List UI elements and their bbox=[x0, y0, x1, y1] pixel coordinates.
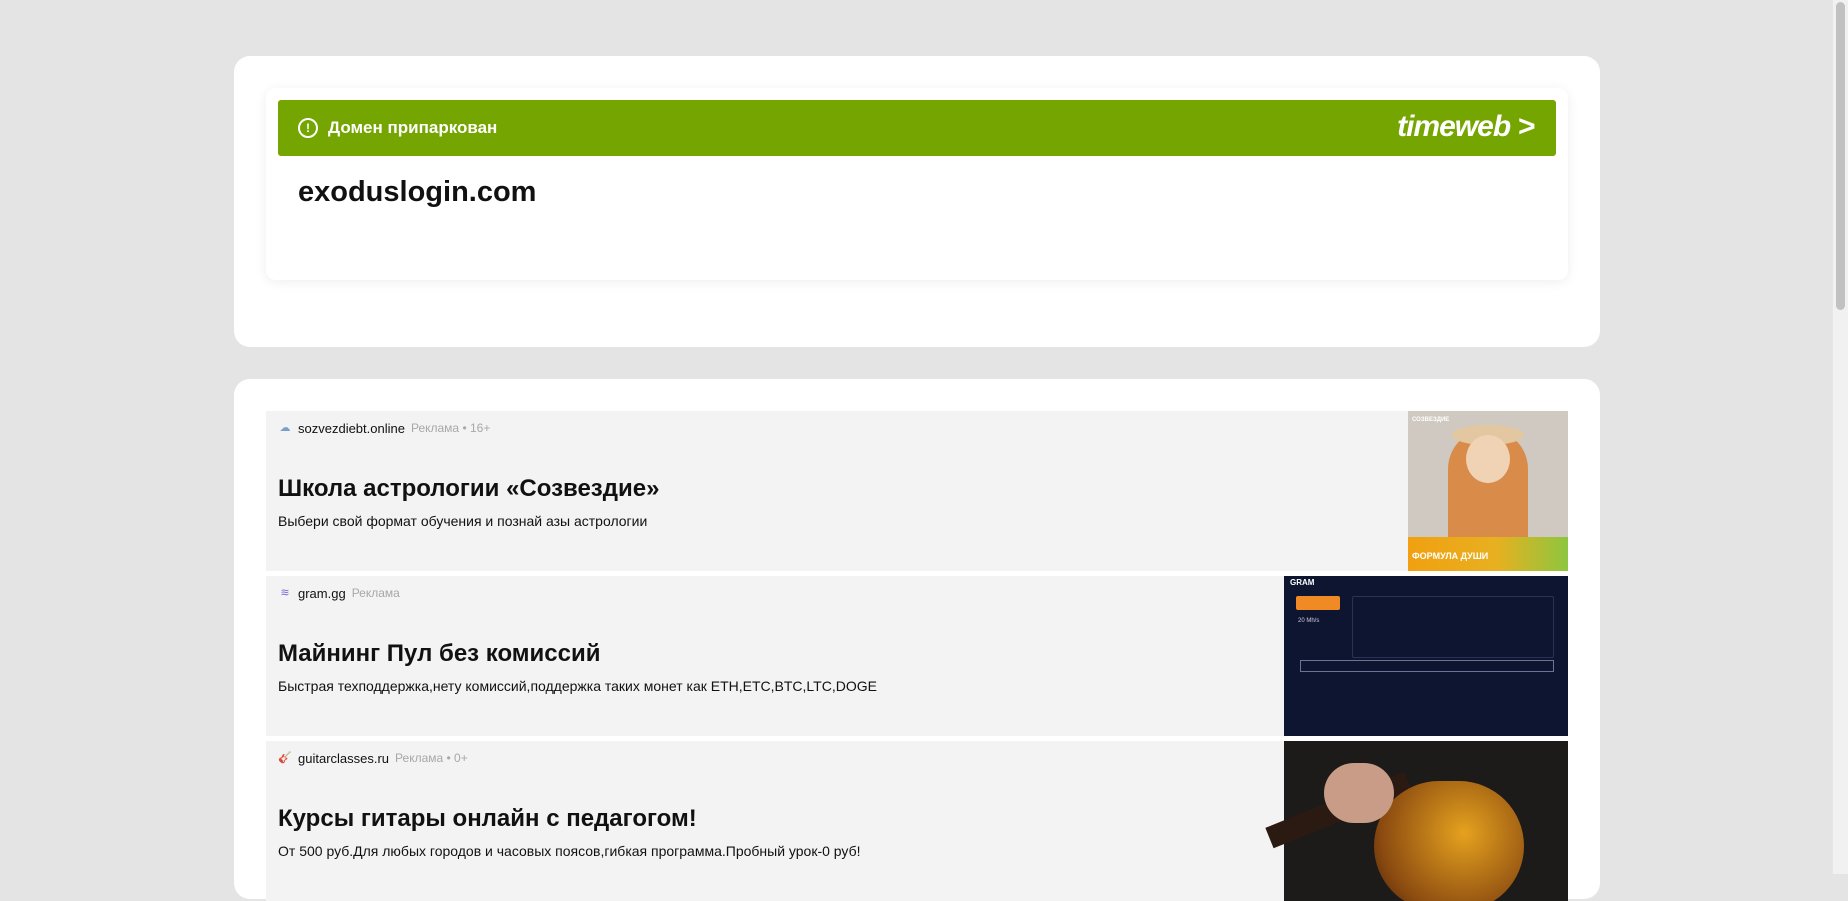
ad-image[interactable] bbox=[1265, 741, 1568, 901]
ad-sponsored-label: Реклама bbox=[351, 586, 400, 600]
ad-image-band: ФОРМУЛА ДУШИ bbox=[1408, 537, 1568, 571]
domain-name: exoduslogin.com bbox=[298, 176, 537, 208]
ad-image-caption: ФОРМУЛА ДУШИ bbox=[1412, 551, 1489, 561]
dashboard-panel bbox=[1352, 596, 1554, 658]
scrollbar-thumb[interactable] bbox=[1836, 2, 1845, 310]
exclamation-circle-icon: ! bbox=[298, 118, 318, 138]
ad-block[interactable]: ☁ sozvezdiebt.online Реклама • 16+ ⋮ Шко… bbox=[266, 411, 1568, 571]
ad-sponsored-label: Реклама • 16+ bbox=[410, 421, 491, 435]
ad-meta: 🎸 guitarclasses.ru Реклама • 0+ bbox=[278, 749, 468, 767]
dashboard-row bbox=[1300, 660, 1554, 672]
timeweb-logo[interactable]: timeweb > bbox=[1397, 110, 1535, 144]
ad-description: Выбери свой формат обучения и познай азы… bbox=[278, 513, 648, 529]
ad-domain[interactable]: guitarclasses.ru bbox=[298, 751, 389, 766]
ad-image-logo: СОЗВЕЗДИЕ bbox=[1412, 417, 1450, 423]
ads-card: ☁ sozvezdiebt.online Реклама • 16+ ⋮ Шко… bbox=[234, 379, 1600, 901]
dashboard-stat: 20 Mh/s bbox=[1298, 618, 1320, 624]
ad-title[interactable]: Курсы гитары онлайн с педагогом! bbox=[278, 805, 697, 833]
guitar-favicon-icon: 🎸 bbox=[278, 752, 292, 764]
ad-image[interactable]: GRAM 20 Mh/s bbox=[1284, 576, 1568, 736]
parked-banner: ! Домен припаркован timeweb > bbox=[278, 100, 1556, 156]
ad-title[interactable]: Школа астрологии «Созвездие» bbox=[278, 475, 659, 503]
ad-description: Быстрая техподдержка,нету комиссий,подде… bbox=[278, 678, 877, 694]
ad-title[interactable]: Майнинг Пул без комиссий bbox=[278, 640, 601, 668]
ad-sponsored-label: Реклама • 0+ bbox=[395, 751, 468, 765]
ad-block[interactable]: ≋ gram.gg Реклама ⋮ Майнинг Пул без коми… bbox=[266, 576, 1568, 736]
parked-label: Домен припаркован bbox=[328, 118, 498, 137]
ad-meta: ☁ sozvezdiebt.online Реклама • 16+ bbox=[278, 419, 491, 437]
ad-block[interactable]: 🎸 guitarclasses.ru Реклама • 0+ ⋮ Курсы … bbox=[266, 741, 1568, 901]
guitar-body bbox=[1374, 781, 1524, 901]
page-scrollbar[interactable] bbox=[1832, 0, 1848, 874]
ad-description: От 500 руб.Для любых городов и часовых п… bbox=[278, 843, 861, 859]
dashboard-button-shape bbox=[1296, 596, 1340, 610]
parked-domain-box: ! Домен припаркован timeweb > exoduslogi… bbox=[266, 88, 1568, 280]
parked-domain-card: ! Домен припаркован timeweb > exoduslogi… bbox=[234, 56, 1600, 347]
site-favicon-icon: ☁ bbox=[279, 422, 291, 434]
ad-domain[interactable]: gram.gg bbox=[298, 586, 346, 601]
site-favicon-icon: ≋ bbox=[280, 587, 290, 599]
hand-shape bbox=[1324, 763, 1394, 823]
ad-domain[interactable]: sozvezdiebt.online bbox=[298, 421, 405, 436]
face-shape bbox=[1466, 435, 1510, 483]
ad-image[interactable]: СОЗВЕЗДИЕ ФОРМУЛА ДУШИ bbox=[1408, 411, 1568, 571]
ad-meta: ≋ gram.gg Реклама bbox=[278, 584, 400, 602]
ad-image-logo: GRAM bbox=[1290, 578, 1315, 587]
